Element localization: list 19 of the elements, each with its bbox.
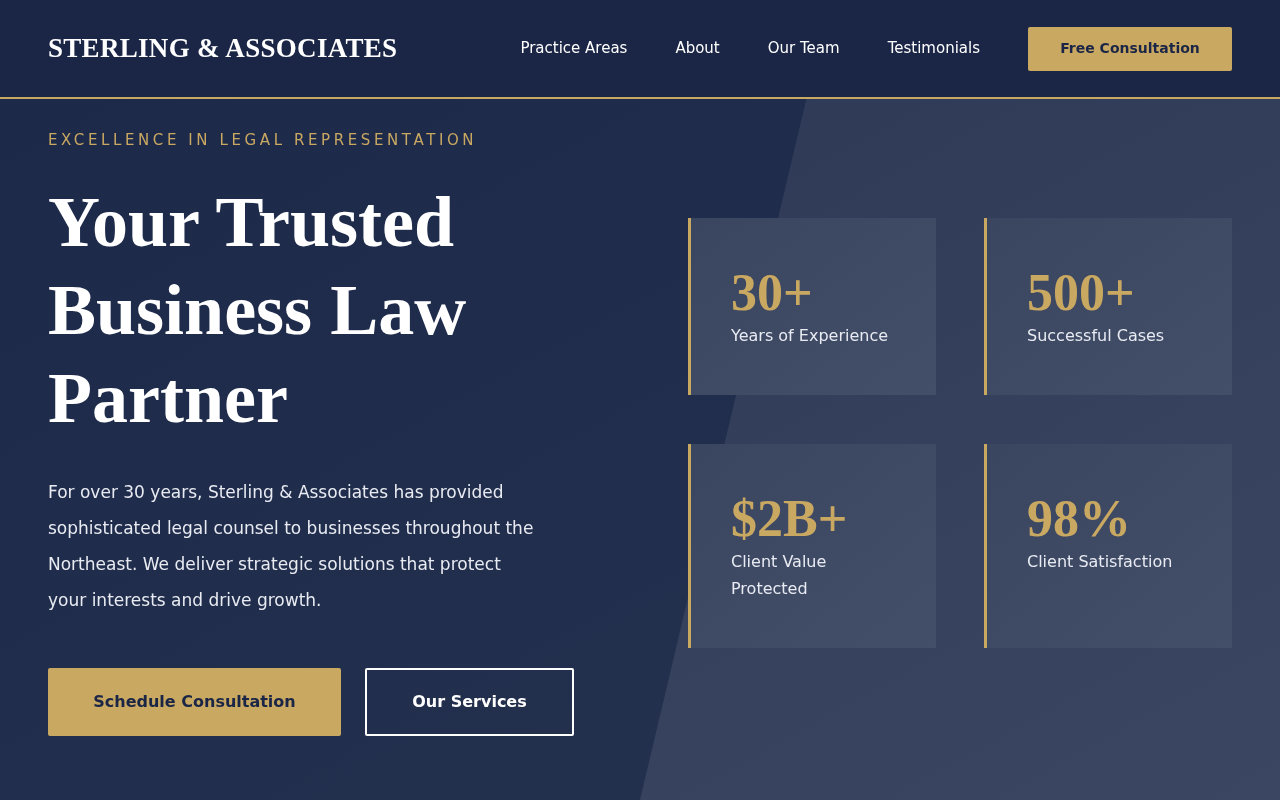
stat-value: 500+ [1027,263,1136,322]
nav-link[interactable]: Our Team [767,37,840,60]
logo-link[interactable]: STERLING & ASSOCIATES [48,28,398,69]
stat-value: $2B+ [731,489,849,548]
stat-value: 98% [1027,489,1132,548]
eyebrow-text: EXCELLENCE IN LEGAL REPRESENTATION [48,130,479,151]
stat-value: 30+ [731,263,814,322]
stat-label: Client Value Protected [731,550,828,600]
stat-label: Client Satisfaction [1027,550,1174,573]
stat-label: Successful Cases [1027,324,1166,347]
stat-label: Years of Experience [731,324,890,347]
hero-description: For over 30 years, Sterling & Associates has provided sophisticated legal counsel to businesses throughout the Northeast. We deliver strategic solutions that protect your interests and drive growth. [48,481,535,612]
free-consultation-button[interactable]: Free Consultation [1028,26,1232,71]
hero-heading: Your Trusted Business Law Partner [48,181,468,440]
services-button[interactable]: Our Services [365,668,574,736]
nav-link[interactable]: Testimonials [887,37,980,60]
nav-link[interactable]: Practice Areas [520,37,628,60]
schedule-button[interactable]: Schedule Consultation [48,668,341,736]
nav-link[interactable]: About [675,37,720,60]
